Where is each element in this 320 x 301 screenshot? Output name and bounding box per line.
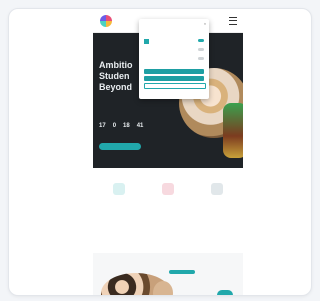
reject-button[interactable] <box>144 83 206 90</box>
globe-icon <box>113 183 125 195</box>
bottom-photo-accent <box>153 281 173 295</box>
hero-cta-button[interactable] <box>99 143 141 150</box>
accept-button[interactable] <box>144 69 204 74</box>
service-card <box>97 183 141 199</box>
consent-checkbox[interactable] <box>144 39 149 44</box>
consent-toggle[interactable] <box>198 39 204 42</box>
hero-title-line-2: Studen <box>99 71 130 81</box>
consent-toggle[interactable] <box>198 57 204 60</box>
consent-toggle[interactable] <box>198 48 204 51</box>
countdown-item: 18 <box>123 123 130 131</box>
countdown-item: 0 <box>113 123 116 131</box>
hero-title-line-3: Beyond <box>99 82 133 92</box>
services-section <box>93 168 243 253</box>
save-preferences-button[interactable] <box>144 76 204 81</box>
mobile-page: Ambitio Studen Beyond 17 0 18 41 × <box>93 9 243 295</box>
logo[interactable] <box>100 15 112 27</box>
service-card <box>146 183 190 199</box>
countdown-value: 0 <box>112 123 117 129</box>
hero-title-line-1: Ambitio <box>99 60 133 70</box>
countdown-value: 17 <box>99 123 106 129</box>
countdown-value: 41 <box>136 123 144 129</box>
chat-icon[interactable] <box>217 290 233 295</box>
hero-photo-accent <box>223 103 243 158</box>
preview-card: Ambitio Studen Beyond 17 0 18 41 × <box>8 8 312 296</box>
countdown-value: 18 <box>123 123 130 129</box>
image-icon <box>211 183 223 195</box>
countdown-item: 17 <box>99 123 106 131</box>
cookie-consent-modal: × <box>139 19 209 99</box>
countdown: 17 0 18 41 <box>99 123 143 131</box>
hamburger-icon[interactable] <box>229 17 237 25</box>
lightbulb-icon <box>162 183 174 195</box>
bottom-cta[interactable] <box>169 270 195 274</box>
countdown-item: 41 <box>137 123 144 131</box>
close-icon[interactable]: × <box>204 22 206 26</box>
service-card <box>195 183 239 199</box>
